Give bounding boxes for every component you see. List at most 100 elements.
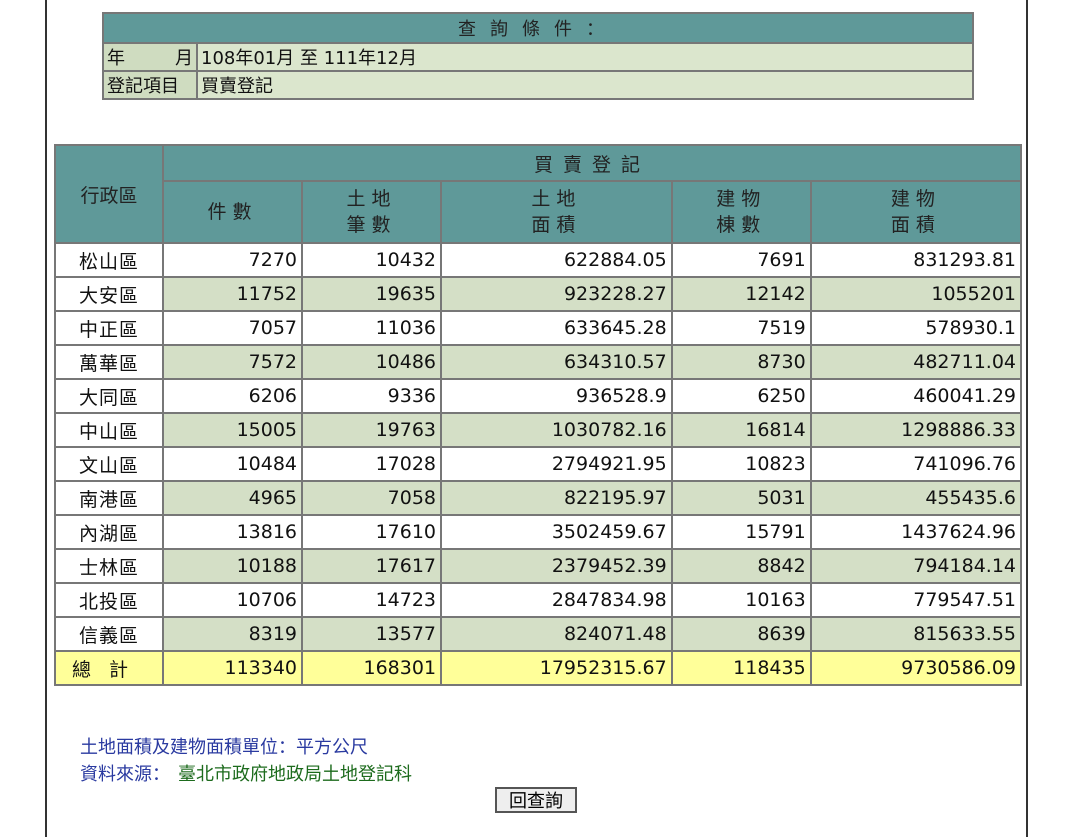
table-row: 文山區 10484 17028 2794921.95 10823 741096.76 [54, 446, 1023, 482]
cases-cell: 8319 [161, 616, 304, 652]
query-title: 查詢條件： [102, 12, 974, 44]
source-value: 臺北市政府地政局土地登記科 [178, 764, 412, 785]
cases-cell: 7270 [161, 242, 304, 278]
cases-cell: 10484 [161, 446, 304, 482]
building-count-cell: 8730 [670, 344, 812, 380]
district-cell: 松山區 [54, 242, 164, 278]
table-row: 信義區 8319 13577 824071.48 8639 815633.55 [54, 616, 1023, 652]
building-area-cell: 1437624.96 [809, 514, 1023, 550]
table-row: 松山區 7270 10432 622884.05 7691 831293.81 [54, 242, 1023, 278]
cases-cell: 7057 [161, 310, 304, 346]
building-area-cell: 1298886.33 [809, 412, 1023, 448]
table-row: 士林區 10188 17617 2379452.39 8842 794184.14 [54, 548, 1023, 584]
column-header-building-area: 建物 面積 [809, 180, 1023, 244]
page-frame-right [1026, 0, 1028, 837]
column-header-land-count: 土地 筆數 [301, 180, 443, 244]
building-area-cell: 741096.76 [809, 446, 1023, 482]
source-note: 資料來源： 臺北市政府地政局土地登記科 [80, 760, 412, 786]
district-cell: 大安區 [54, 276, 164, 312]
cases-cell: 13816 [161, 514, 304, 550]
district-cell: 北投區 [54, 582, 164, 618]
land-count-cell: 13577 [301, 616, 443, 652]
cases-cell: 11752 [161, 276, 304, 312]
table-row: 內湖區 13816 17610 3502459.67 15791 1437624.96 [54, 514, 1023, 550]
district-cell: 中山區 [54, 412, 164, 448]
land-count-cell: 17617 [301, 548, 443, 584]
building-area-cell: 460041.29 [809, 378, 1023, 414]
page-frame-left [45, 0, 47, 837]
building-count-cell: 7519 [670, 310, 812, 346]
district-cell: 文山區 [54, 446, 164, 482]
building-count-cell: 8842 [670, 548, 812, 584]
building-count-cell: 10823 [670, 446, 812, 482]
building-count-cell: 10163 [670, 582, 812, 618]
land-count-cell: 17028 [301, 446, 443, 482]
land-count-cell: 17610 [301, 514, 443, 550]
land-count-cell: 14723 [301, 582, 443, 618]
total-row: 總計 113340 168301 17952315.67 118435 9730… [54, 650, 1023, 686]
table-row: 大同區 6206 9336 936528.9 6250 460041.29 [54, 378, 1023, 414]
district-cell: 信義區 [54, 616, 164, 652]
total-land-count: 168301 [301, 650, 443, 686]
building-area-cell: 831293.81 [809, 242, 1023, 278]
land-area-cell: 824071.48 [440, 616, 673, 652]
district-cell: 內湖區 [54, 514, 164, 550]
query-label-month: 月 [175, 48, 193, 69]
land-area-cell: 2379452.39 [440, 548, 673, 584]
land-area-cell: 936528.9 [440, 378, 673, 414]
building-count-cell: 7691 [670, 242, 812, 278]
district-cell: 大同區 [54, 378, 164, 414]
cases-cell: 10706 [161, 582, 304, 618]
cases-cell: 4965 [161, 480, 304, 516]
building-area-cell: 482711.04 [809, 344, 1023, 380]
land-area-cell: 923228.27 [440, 276, 673, 312]
table-row: 南港區 4965 7058 822195.97 5031 455435.6 [54, 480, 1023, 516]
land-count-cell: 19635 [301, 276, 443, 312]
land-count-cell: 7058 [301, 480, 443, 516]
total-land-area: 17952315.67 [440, 650, 673, 686]
query-conditions-table: 查詢條件： 年 月 108年01月 至 111年12月 登記項目 買賣登記 [102, 12, 974, 100]
query-label-year-month: 年 月 [102, 42, 198, 72]
land-area-cell: 634310.57 [440, 344, 673, 380]
district-cell: 南港區 [54, 480, 164, 516]
building-count-cell: 8639 [670, 616, 812, 652]
total-building-count: 118435 [670, 650, 812, 686]
table-row: 北投區 10706 14723 2847834.98 10163 779547.51 [54, 582, 1023, 618]
total-label: 總計 [54, 650, 164, 686]
back-to-query-button[interactable]: 回查詢 [495, 787, 577, 813]
cases-cell: 7572 [161, 344, 304, 380]
building-area-cell: 815633.55 [809, 616, 1023, 652]
building-area-cell: 1055201 [809, 276, 1023, 312]
unit-note: 土地面積及建物面積單位：平方公尺 [80, 737, 368, 758]
building-count-cell: 16814 [670, 412, 812, 448]
table-row: 萬華區 7572 10486 634310.57 8730 482711.04 [54, 344, 1023, 380]
table-row: 大安區 11752 19635 923228.27 12142 1055201 [54, 276, 1023, 312]
cases-cell: 6206 [161, 378, 304, 414]
building-count-cell: 6250 [670, 378, 812, 414]
total-building-area: 9730586.09 [809, 650, 1023, 686]
table-row: 中正區 7057 11036 633645.28 7519 578930.1 [54, 310, 1023, 346]
land-area-cell: 1030782.16 [440, 412, 673, 448]
land-count-cell: 10432 [301, 242, 443, 278]
building-count-cell: 12142 [670, 276, 812, 312]
cases-cell: 10188 [161, 548, 304, 584]
district-cell: 萬華區 [54, 344, 164, 380]
building-count-cell: 15791 [670, 514, 812, 550]
land-count-cell: 19763 [301, 412, 443, 448]
building-count-cell: 5031 [670, 480, 812, 516]
land-count-cell: 10486 [301, 344, 443, 380]
column-header-cases: 件數 [161, 180, 304, 244]
district-cell: 中正區 [54, 310, 164, 346]
query-label-item: 登記項目 [102, 70, 198, 100]
source-label: 資料來源： [80, 764, 170, 785]
building-area-cell: 779547.51 [809, 582, 1023, 618]
land-count-cell: 11036 [301, 310, 443, 346]
query-value-period: 108年01月 至 111年12月 [196, 42, 974, 72]
column-header-land-area: 土地 面積 [440, 180, 673, 244]
building-area-cell: 578930.1 [809, 310, 1023, 346]
land-area-cell: 633645.28 [440, 310, 673, 346]
group-header: 買賣登記 [162, 144, 1022, 182]
district-column-header: 行政區 [54, 144, 164, 244]
land-area-cell: 2847834.98 [440, 582, 673, 618]
query-value-item: 買賣登記 [196, 70, 974, 100]
